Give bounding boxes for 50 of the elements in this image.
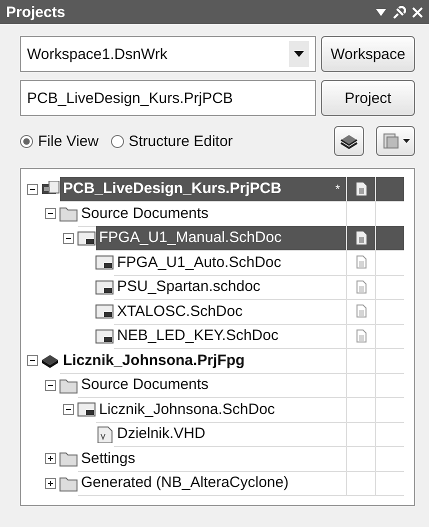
- close-icon[interactable]: [412, 6, 423, 18]
- layers-button[interactable]: [334, 126, 364, 156]
- caret-icon: [294, 51, 304, 57]
- tree-item[interactable]: Generated (NB_AlteraCyclone): [78, 470, 404, 496]
- caret-icon: [403, 139, 410, 143]
- folder-icon: [59, 376, 78, 394]
- tree-item[interactable]: FPGA_U1_Auto.SchDoc: [114, 250, 404, 276]
- folder-icon: [59, 450, 78, 468]
- tree-item[interactable]: Licznik_Johnsona.PrjFpg: [60, 348, 404, 374]
- vhdl-file-icon: [95, 426, 114, 443]
- collapse-icon[interactable]: [45, 380, 56, 391]
- tree-item[interactable]: PSU_Spartan.schdoc: [114, 274, 404, 300]
- tree-item[interactable]: XTALOSC.SchDoc: [114, 299, 404, 324]
- fpga-project-icon: [41, 352, 60, 370]
- workspace-dropdown[interactable]: Workspace1.DsnWrk: [20, 36, 316, 72]
- schematic-icon: [95, 254, 114, 272]
- tree-item[interactable]: PCB_LiveDesign_Kurs.PrjPCB *: [60, 176, 404, 202]
- expand-icon[interactable]: [45, 453, 56, 464]
- folder-icon: [59, 474, 78, 492]
- pin-icon[interactable]: [392, 6, 406, 18]
- tree-item[interactable]: Source Documents: [78, 372, 404, 398]
- collapse-icon[interactable]: [63, 404, 74, 416]
- schematic-icon: [77, 401, 96, 418]
- folder-icon: [59, 205, 78, 222]
- workspace-button[interactable]: Workspace: [321, 36, 415, 72]
- project-value: PCB_LiveDesign_Kurs.PrjPCB: [27, 90, 234, 106]
- collapse-icon[interactable]: [27, 184, 38, 195]
- schematic-icon: [95, 303, 114, 320]
- schematic-icon: [95, 328, 114, 345]
- layers-icon: [339, 132, 359, 150]
- project-button[interactable]: Project: [321, 80, 415, 116]
- documents-icon: [381, 132, 401, 150]
- schematic-icon: [77, 230, 96, 247]
- panel-title: Projects: [6, 4, 66, 20]
- tree-item[interactable]: Settings: [78, 446, 404, 472]
- tree-item[interactable]: FPGA_U1_Manual.SchDoc: [96, 226, 404, 251]
- collapse-icon[interactable]: [63, 232, 74, 244]
- collapse-icon[interactable]: [27, 355, 38, 366]
- documents-dropdown-button[interactable]: [376, 126, 415, 156]
- collapse-icon[interactable]: [45, 208, 56, 220]
- schematic-icon: [95, 278, 114, 296]
- dropdown-icon[interactable]: [376, 8, 386, 16]
- tree-item[interactable]: NEB_LED_KEY.SchDoc: [114, 324, 404, 349]
- workspace-value: Workspace1.DsnWrk: [27, 46, 168, 62]
- expand-icon[interactable]: [45, 478, 56, 489]
- view-radio[interactable]: File View: [20, 132, 99, 150]
- tree-item[interactable]: Licznik_Johnsona.SchDoc: [96, 397, 404, 422]
- tree-item[interactable]: Dzielnik.VHD: [114, 422, 404, 447]
- project-field[interactable]: PCB_LiveDesign_Kurs.PrjPCB: [20, 80, 316, 116]
- view-radio[interactable]: Structure Editor: [110, 132, 233, 150]
